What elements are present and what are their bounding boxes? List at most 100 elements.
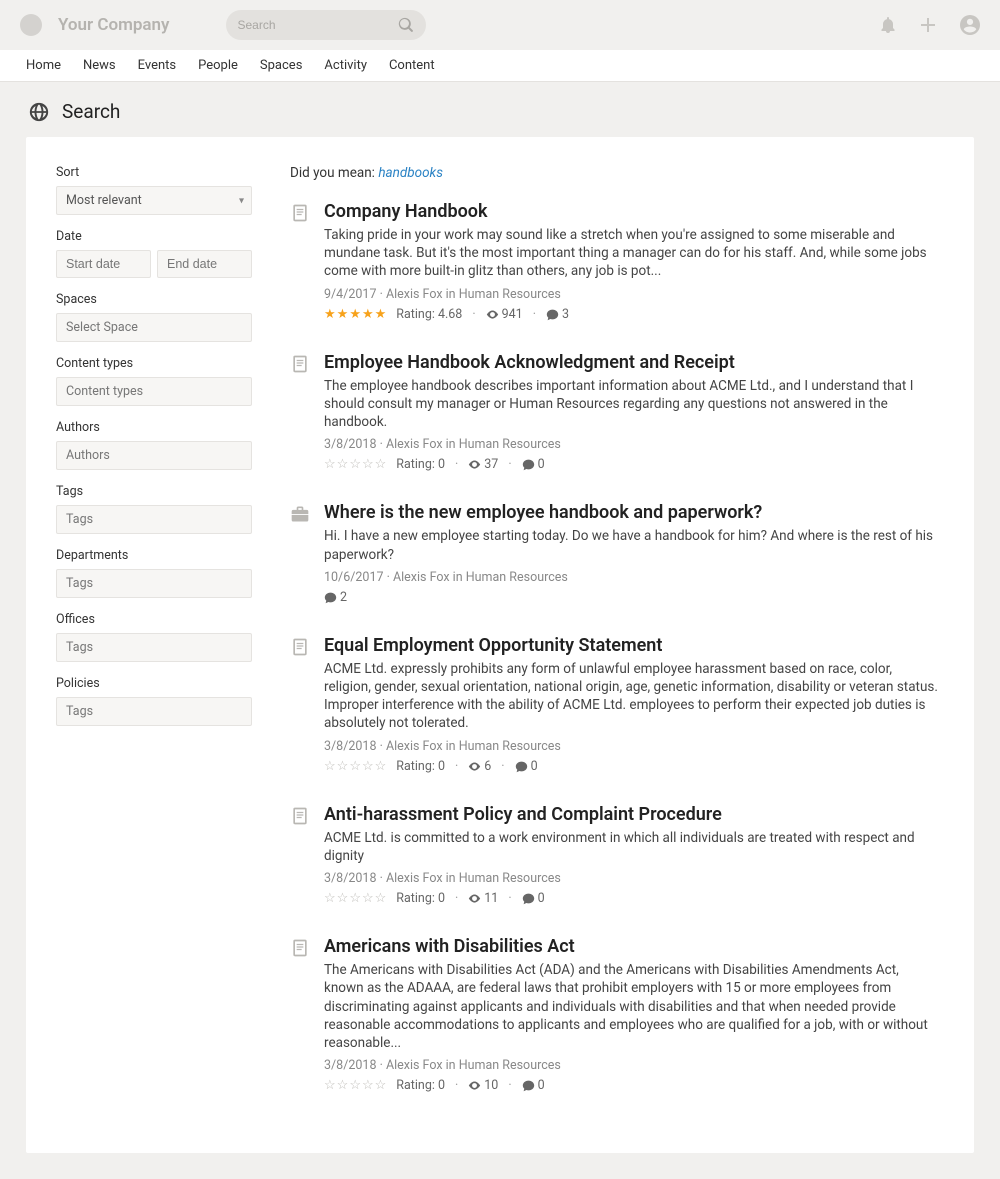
star-empty-icon: ☆ [362,457,374,472]
result-space[interactable]: Human Resources [459,739,561,754]
star-icon: ★ [362,307,374,322]
separator: · [455,759,458,774]
departments-select[interactable]: Tags [56,569,252,598]
separator: · [455,1078,458,1093]
result-stats: ☆☆☆☆☆ Rating: 0·37·0 [324,457,938,472]
result-date: 10/6/2017 [324,570,384,585]
result-title[interactable]: Anti-harassment Policy and Complaint Pro… [324,804,938,825]
comments-count: 0 [538,457,545,472]
nav-activity[interactable]: Activity [324,58,367,73]
result-snippet: The Americans with Disabilities Act (ADA… [324,961,938,1052]
comments-stat: 0 [515,759,538,774]
result-title[interactable]: Company Handbook [324,201,938,222]
global-search[interactable] [226,10,426,40]
views-stat: 37 [468,457,498,472]
bell-icon[interactable] [880,17,896,33]
nav-content[interactable]: Content [389,58,435,73]
stars: ★★★★★ [324,307,386,322]
result-space[interactable]: Human Resources [466,570,568,585]
tags-select[interactable]: Tags [56,505,252,534]
did-you-mean-suggestion[interactable]: handbooks [378,165,443,181]
result-space[interactable]: Human Resources [459,437,561,452]
result-author[interactable]: Alexis Fox [386,871,443,886]
star-empty-icon: ☆ [337,759,349,774]
result-space[interactable]: Human Resources [459,871,561,886]
date-label: Date [56,229,252,244]
eye-icon [486,308,499,321]
star-empty-icon: ☆ [324,1078,336,1093]
comment-icon [522,1079,535,1092]
views-count: 10 [484,1078,498,1093]
result-date: 3/8/2018 [324,871,376,886]
result-item: Company HandbookTaking pride in your wor… [290,201,938,322]
nav-people[interactable]: People [198,58,238,73]
result-author[interactable]: Alexis Fox [393,570,450,585]
star-empty-icon: ☆ [375,891,387,906]
spaces-select[interactable]: Select Space [56,313,252,342]
book-icon [290,637,310,657]
result-body: Americans with Disabilities Act The Ameri… [324,936,938,1093]
results-panel: Did you mean: handbooks Company Handbook… [282,137,974,1153]
start-date-input[interactable] [56,250,151,278]
result-space[interactable]: Human Resources [459,1058,561,1073]
star-empty-icon: ☆ [375,1078,387,1093]
eye-icon [468,1079,481,1092]
stars: ☆☆☆☆☆ [324,1078,386,1093]
star-empty-icon: ☆ [375,759,387,774]
separator: · [501,759,504,774]
result-snippet: Hi. I have a new employee starting today… [324,527,938,563]
result-body: Equal Employment Opportunity StatementAC… [324,635,938,774]
result-title[interactable]: Equal Employment Opportunity Statement [324,635,938,656]
separator: · [533,307,536,322]
global-search-input[interactable] [238,18,398,32]
star-empty-icon: ☆ [362,759,374,774]
result-author[interactable]: Alexis Fox [386,1058,443,1073]
nav-events[interactable]: Events [138,58,176,73]
result-meta: 3/8/2018 · Alexis Fox in Human Resources [324,871,938,886]
separator: · [455,457,458,472]
result-item: Americans with Disabilities Act The Ameri… [290,936,938,1093]
policies-label: Policies [56,676,252,691]
top-right-icons [880,15,980,35]
nav-news[interactable]: News [83,58,116,73]
result-body: Anti-harassment Policy and Complaint Pro… [324,804,938,906]
comment-icon [546,308,559,321]
views-count: 11 [484,891,498,906]
result-author[interactable]: Alexis Fox [386,437,443,452]
result-item: Anti-harassment Policy and Complaint Pro… [290,804,938,906]
result-item: Employee Handbook Acknowledgment and Rec… [290,352,938,473]
page-header: Search [0,82,1000,137]
result-title[interactable]: Americans with Disabilities Act [324,936,938,957]
result-title[interactable]: Employee Handbook Acknowledgment and Rec… [324,352,938,373]
result-snippet: The employee handbook describes importan… [324,377,938,432]
end-date-input[interactable] [157,250,252,278]
result-body: Company HandbookTaking pride in your wor… [324,201,938,322]
views-stat: 10 [468,1078,498,1093]
policies-select[interactable]: Tags [56,697,252,726]
authors-select[interactable]: Authors [56,441,252,470]
stars: ☆☆☆☆☆ [324,457,386,472]
result-author[interactable]: Alexis Fox [386,287,443,302]
result-space[interactable]: Human Resources [459,287,561,302]
rating-text: Rating: 0 [396,891,445,906]
star-empty-icon: ☆ [324,759,336,774]
comment-icon [515,760,528,773]
briefcase-icon [290,504,310,524]
sort-select[interactable]: Most relevant [56,186,252,215]
result-icon [290,936,310,1093]
star-empty-icon: ☆ [362,1078,374,1093]
departments-label: Departments [56,548,252,563]
nav-home[interactable]: Home [26,58,61,73]
result-author[interactable]: Alexis Fox [386,739,443,754]
user-avatar-icon[interactable] [960,15,980,35]
content-types-select[interactable]: Content types [56,377,252,406]
content-card: Sort Most relevant ▾ Date Spaces Select … [26,137,974,1153]
views-stat: 11 [468,891,498,906]
offices-select[interactable]: Tags [56,633,252,662]
separator: · [472,307,475,322]
star-empty-icon: ☆ [349,1078,361,1093]
result-title[interactable]: Where is the new employee handbook and p… [324,502,938,523]
spaces-label: Spaces [56,292,252,307]
nav-spaces[interactable]: Spaces [260,58,303,73]
plus-icon[interactable] [920,17,936,33]
